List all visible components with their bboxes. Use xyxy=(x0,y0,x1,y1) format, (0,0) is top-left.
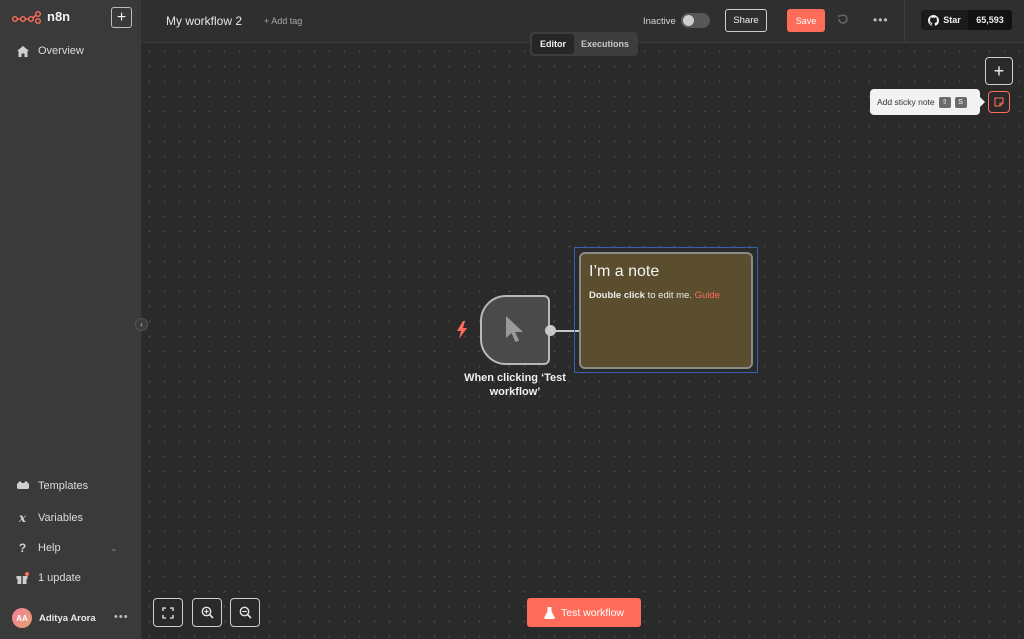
sidebar-item-label: Overview xyxy=(38,45,84,57)
active-status-label: Inactive xyxy=(643,16,676,27)
cursor-pointer-icon xyxy=(506,316,523,342)
github-area: Star 65,593 xyxy=(904,0,1024,43)
zoom-out-button[interactable] xyxy=(230,598,260,627)
fit-view-button[interactable] xyxy=(153,598,183,627)
collapse-sidebar-button[interactable]: ‹ xyxy=(135,318,148,331)
node-label: When clicking ‘Test workflow’ xyxy=(464,372,566,398)
add-tag-link[interactable]: + Add tag xyxy=(264,16,302,26)
user-name: Aditya Arora xyxy=(39,612,96,624)
n8n-logo-icon xyxy=(12,10,42,24)
chevron-down-icon[interactable]: ⌄ xyxy=(110,543,118,554)
zoom-in-button[interactable] xyxy=(192,598,222,627)
logo-text: n8n xyxy=(47,9,71,24)
view-tabs: Editor Executions xyxy=(530,32,638,56)
flask-icon xyxy=(544,606,555,619)
sticky-note-bold-text: Double click xyxy=(589,290,645,301)
avatar: AA xyxy=(12,608,32,628)
sticky-note-tooltip: Add sticky note ⇧ S xyxy=(870,89,985,115)
sidebar-item-updates[interactable]: 1 update xyxy=(16,572,81,584)
zoom-out-icon xyxy=(239,606,252,619)
home-icon xyxy=(16,45,29,57)
s-key: S xyxy=(954,96,967,108)
sticky-note-icon xyxy=(994,97,1004,107)
sticky-note-guide-link[interactable]: Guide xyxy=(695,290,720,301)
sidebar-item-label: Variables xyxy=(38,512,84,524)
new-workflow-button[interactable]: + xyxy=(111,7,132,28)
test-workflow-button[interactable]: Test workflow xyxy=(527,598,641,627)
sidebar-item-label: Templates xyxy=(38,480,89,492)
shift-key: ⇧ xyxy=(938,96,951,108)
sidebar-item-variables[interactable]: x Variables xyxy=(16,511,83,525)
sticky-note-text: to edit me. xyxy=(644,290,695,301)
add-node-button[interactable]: + xyxy=(985,57,1013,85)
help-icon: ? xyxy=(18,541,27,555)
tooltip-label: Add sticky note xyxy=(877,97,935,107)
fit-view-icon xyxy=(162,606,174,619)
node-output-handle[interactable] xyxy=(545,325,556,336)
more-options-icon[interactable]: ••• xyxy=(114,611,129,623)
sticky-note-body: Double click to edit me. Guide xyxy=(589,290,743,301)
share-button[interactable]: Share xyxy=(725,9,767,32)
history-icon[interactable] xyxy=(837,13,849,28)
github-icon xyxy=(928,14,940,26)
sidebar: n8n + Overview Templates x Variables ? H… xyxy=(0,0,142,639)
add-sticky-note-button[interactable] xyxy=(988,91,1010,113)
variables-icon: x xyxy=(18,511,27,525)
zoom-in-icon xyxy=(201,606,214,619)
n8n-logo[interactable]: n8n xyxy=(12,9,70,24)
gift-icon xyxy=(16,572,29,584)
github-star-count[interactable]: 65,593 xyxy=(968,10,1012,30)
sidebar-item-label: Help xyxy=(38,542,61,554)
tab-executions[interactable]: Executions xyxy=(576,34,634,54)
github-star-label: Star xyxy=(943,15,961,25)
save-button[interactable]: Save xyxy=(787,9,825,32)
workflow-name[interactable]: My workflow 2 xyxy=(166,14,242,28)
manual-trigger-node[interactable] xyxy=(480,295,550,365)
tab-editor[interactable]: Editor xyxy=(532,34,574,54)
trigger-bolt-icon xyxy=(456,321,468,344)
toggle-knob xyxy=(683,15,694,26)
sidebar-item-templates[interactable]: Templates xyxy=(16,480,88,492)
sticky-note[interactable]: I’m a note Double click to edit me. Guid… xyxy=(579,252,753,369)
user-menu[interactable]: AA Aditya Arora xyxy=(12,608,96,628)
templates-icon xyxy=(16,481,29,491)
sidebar-item-label: 1 update xyxy=(38,572,81,584)
header: My workflow 2 + Add tag Inactive Share S… xyxy=(142,0,904,43)
active-toggle[interactable] xyxy=(681,13,710,28)
more-options-icon[interactable]: ••• xyxy=(873,13,889,27)
sidebar-item-overview[interactable]: Overview xyxy=(16,45,84,57)
github-star-button[interactable]: Star xyxy=(921,10,968,30)
sidebar-item-help[interactable]: ? Help xyxy=(16,541,61,555)
test-workflow-label: Test workflow xyxy=(560,606,624,619)
sticky-note-title: I’m a note xyxy=(589,263,660,280)
